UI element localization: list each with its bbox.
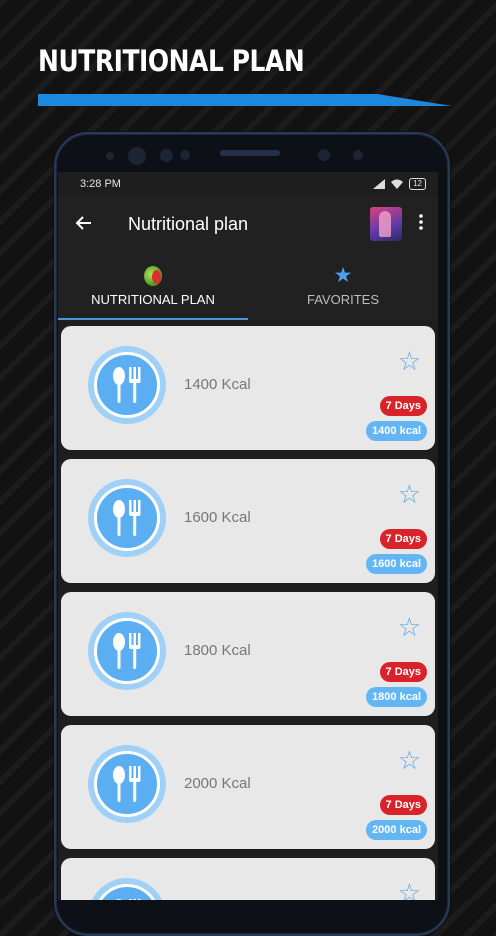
earpiece-speaker — [220, 150, 280, 156]
sensor-icon — [160, 149, 173, 162]
kcal-badge: 2000 kcal — [366, 820, 427, 840]
kcal-badge: 1600 kcal — [366, 554, 427, 574]
plan-card[interactable]: 1600 Kcal ☆ 7 Days 1600 kcal — [61, 459, 435, 583]
page-title: Nutritional plan — [128, 213, 249, 234]
days-badge: 7 Days — [379, 795, 427, 815]
tab-bar: NUTRITIONAL PLAN ★ FAVORITES — [58, 252, 438, 320]
cutlery-plate-icon — [88, 612, 166, 690]
back-arrow-icon[interactable] — [74, 211, 118, 237]
plan-card[interactable]: ☆ — [61, 858, 435, 900]
battery-icon: 12 — [409, 178, 426, 190]
favorite-star-icon[interactable]: ☆ — [398, 481, 421, 507]
front-camera-icon — [128, 147, 146, 165]
cutlery-plate-icon — [88, 479, 166, 557]
wifi-icon — [391, 179, 404, 189]
favorite-star-icon[interactable]: ☆ — [398, 747, 421, 773]
tab-label: FAVORITES — [307, 291, 379, 307]
days-badge: 7 Days — [379, 396, 427, 416]
plan-title: 1400 Kcal — [184, 376, 251, 393]
signal-icon — [373, 179, 386, 189]
more-vertical-icon[interactable] — [416, 214, 426, 234]
promo-underline — [38, 94, 452, 106]
plan-title: 2000 Kcal — [184, 775, 251, 792]
app-bar: Nutritional plan — [58, 196, 438, 252]
kcal-badge: 1400 kcal — [366, 421, 427, 441]
plan-card[interactable]: 1400 Kcal ☆ 7 Days 1400 kcal — [61, 326, 435, 450]
cutlery-plate-icon — [88, 878, 166, 900]
plan-list: 1400 Kcal ☆ 7 Days 1400 kcal 1600 Kcal ☆… — [58, 320, 438, 900]
tab-favorites[interactable]: ★ FAVORITES — [248, 252, 438, 320]
favorite-star-icon[interactable]: ☆ — [398, 880, 421, 900]
plan-title: 1800 Kcal — [184, 642, 251, 659]
tab-label: NUTRITIONAL PLAN — [91, 291, 215, 307]
avatar[interactable] — [370, 207, 402, 241]
plan-card[interactable]: 2000 Kcal ☆ 7 Days 2000 kcal — [61, 725, 435, 849]
cutlery-plate-icon — [88, 346, 166, 424]
plan-title: 1600 Kcal — [184, 509, 251, 526]
days-badge: 7 Days — [379, 662, 427, 682]
kcal-badge: 1800 kcal — [366, 687, 427, 707]
days-badge: 7 Days — [379, 529, 427, 549]
plan-card[interactable]: 1800 Kcal ☆ 7 Days 1800 kcal — [61, 592, 435, 716]
apple-icon — [144, 265, 162, 286]
star-icon: ★ — [333, 263, 353, 287]
app-screen: 3:28 PM 12 Nutritional plan NUTRITIONAL … — [58, 172, 438, 900]
cutlery-plate-icon — [88, 745, 166, 823]
promo-title: NUTRITIONAL PLAN — [38, 44, 305, 78]
proximity-sensor-icon — [318, 149, 330, 161]
favorite-star-icon[interactable]: ☆ — [398, 348, 421, 374]
status-icons: 12 — [373, 178, 426, 190]
favorite-star-icon[interactable]: ☆ — [398, 614, 421, 640]
status-time: 3:28 PM — [80, 178, 121, 190]
active-tab-indicator — [58, 318, 248, 320]
sensor-icon — [180, 150, 190, 160]
sensor-icon — [353, 150, 363, 160]
sensor-icon — [106, 152, 114, 160]
tab-nutritional-plan[interactable]: NUTRITIONAL PLAN — [58, 252, 248, 320]
status-bar: 3:28 PM 12 — [58, 172, 438, 196]
